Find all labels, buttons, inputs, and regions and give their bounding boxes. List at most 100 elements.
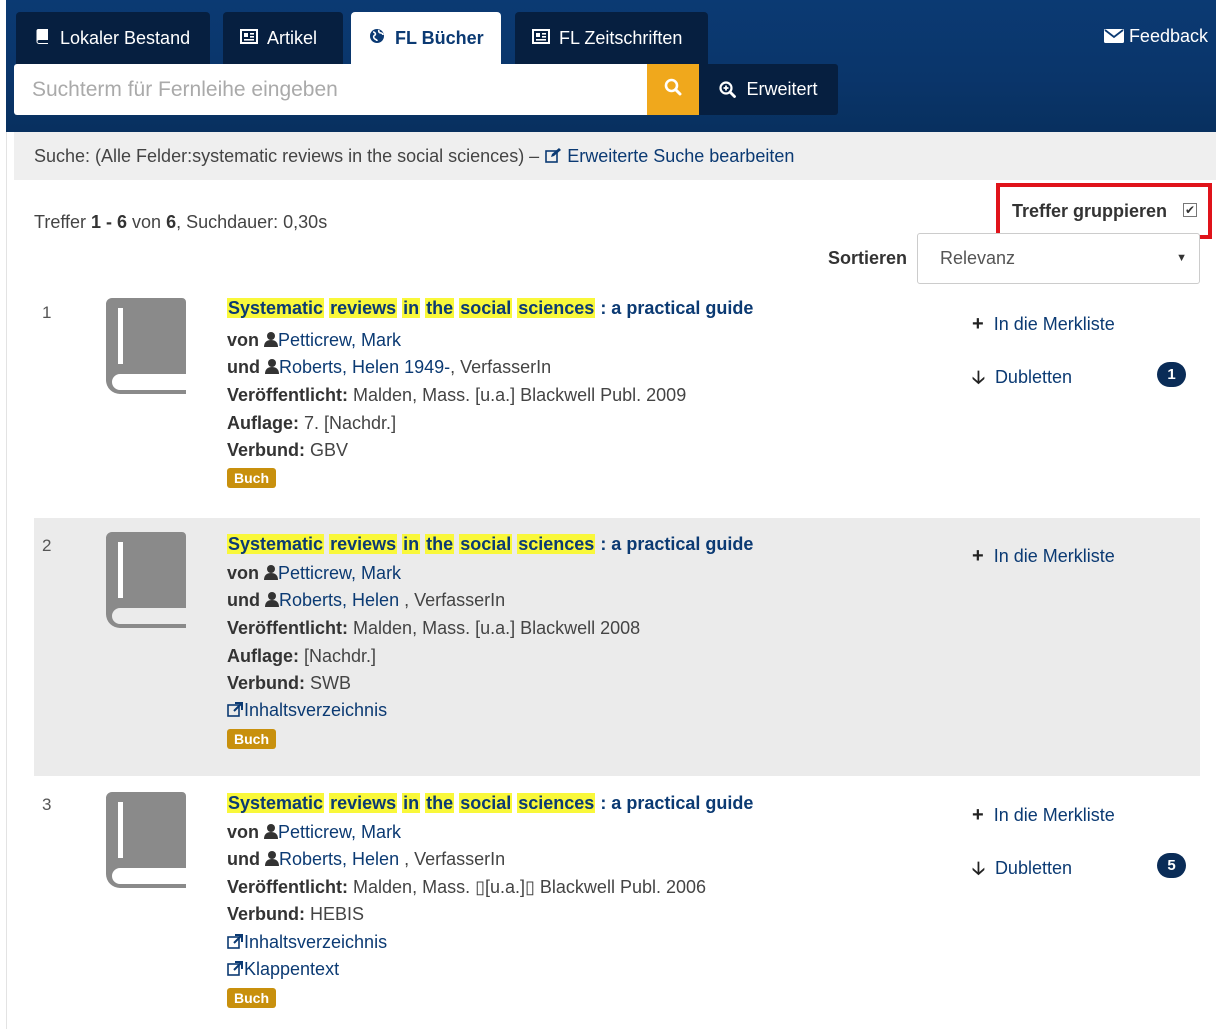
toc-link[interactable]: Inhaltsverzeichnis bbox=[227, 700, 387, 720]
watchlist-label: In die Merkliste bbox=[993, 546, 1115, 566]
duplicates-count-badge: 5 bbox=[1157, 853, 1186, 878]
format-badge: Buch bbox=[227, 729, 276, 749]
duplicates-toggle[interactable]: 🡣 Dubletten bbox=[972, 365, 1072, 395]
add-to-watchlist-button[interactable]: + In die Merkliste bbox=[972, 545, 1115, 568]
result-number: 2 bbox=[42, 536, 52, 555]
tab-artikel[interactable]: Artikel bbox=[223, 12, 343, 64]
user-icon bbox=[265, 357, 280, 377]
feedback-link[interactable]: Feedback bbox=[1103, 26, 1208, 47]
title-word: in bbox=[402, 793, 421, 813]
tab-lokaler-bestand[interactable]: Lokaler Bestand bbox=[16, 12, 210, 64]
author-link[interactable]: Petticrew, Mark bbox=[278, 330, 401, 350]
advanced-search-button[interactable]: Erweitert bbox=[699, 64, 838, 115]
title-word: Systematic bbox=[227, 298, 325, 318]
author-link[interactable]: Petticrew, Mark bbox=[278, 822, 401, 842]
edition-line: Auflage: 7. [Nachdr.] bbox=[227, 413, 396, 434]
edition-label: Auflage: bbox=[227, 646, 299, 666]
arrow-down-icon: 🡣 bbox=[972, 858, 985, 878]
result-title[interactable]: Systematic reviews in the social science… bbox=[227, 793, 753, 814]
title-word: social bbox=[459, 298, 513, 318]
tab-fl-zeitschriften[interactable]: FL Zeitschriften bbox=[515, 12, 708, 64]
sort-select[interactable]: Relevanz ▼ bbox=[917, 233, 1200, 284]
verbund-label: Verbund: bbox=[227, 440, 306, 460]
published-value: Malden, Mass. ▯[u.a.]▯ Blackwell Publ. 2… bbox=[353, 877, 707, 897]
published-line: Veröffentlicht: Malden, Mass. [u.a.] Bla… bbox=[227, 385, 686, 406]
search-summary: Suche: (Alle Felder:systematic reviews i… bbox=[14, 132, 1216, 180]
tab-label: FL Bücher bbox=[395, 28, 484, 48]
title-word: the bbox=[425, 298, 455, 318]
tab-label: Artikel bbox=[267, 27, 318, 48]
caret-down-icon: ▼ bbox=[1176, 252, 1187, 264]
result-number: 1 bbox=[42, 303, 52, 322]
result-title[interactable]: Systematic reviews in the social science… bbox=[227, 534, 753, 555]
verbund-line: Verbund: SWB bbox=[227, 673, 351, 694]
toc-link-line: Inhaltsverzeichnis bbox=[227, 700, 387, 721]
user-icon bbox=[265, 590, 280, 610]
published-label: Veröffentlicht: bbox=[227, 385, 349, 405]
author-link[interactable]: Roberts, Helen bbox=[279, 590, 399, 610]
blurb-label: Klappentext bbox=[244, 959, 340, 979]
und-label: und bbox=[227, 357, 260, 377]
sort-label: Sortieren bbox=[828, 248, 908, 268]
globe-icon bbox=[367, 28, 387, 49]
user-icon bbox=[264, 822, 279, 842]
arrow-down-icon: 🡣 bbox=[972, 367, 985, 387]
tab-label: Lokaler Bestand bbox=[60, 27, 191, 48]
sort-selected-value: Relevanz bbox=[940, 248, 1016, 268]
author-link[interactable]: Petticrew, Mark bbox=[278, 563, 401, 583]
blurb-link[interactable]: Klappentext bbox=[227, 959, 339, 979]
envelope-icon bbox=[1103, 26, 1129, 46]
book-cover-icon bbox=[104, 792, 186, 893]
title-word: social bbox=[459, 793, 513, 813]
title-word: Systematic bbox=[227, 793, 325, 813]
von-label: von bbox=[227, 822, 260, 842]
hit-total: 6 bbox=[166, 212, 177, 232]
toc-link[interactable]: Inhaltsverzeichnis bbox=[227, 932, 387, 952]
edit-search-link[interactable]: Erweiterte Suche bearbeiten bbox=[545, 146, 794, 167]
add-to-watchlist-button[interactable]: + In die Merkliste bbox=[972, 804, 1115, 827]
toc-label: Inhaltsverzeichnis bbox=[244, 932, 388, 952]
toc-label: Inhaltsverzeichnis bbox=[244, 700, 388, 720]
author-role: , VerfasserIn bbox=[404, 590, 506, 610]
user-icon bbox=[264, 563, 279, 583]
verbund-value: GBV bbox=[310, 440, 349, 460]
title-word: sciences bbox=[517, 793, 596, 813]
group-hits-label[interactable]: Treffer gruppieren bbox=[1012, 201, 1167, 222]
newspaper-icon bbox=[531, 28, 551, 49]
title-word: reviews bbox=[329, 793, 398, 813]
edition-line: Auflage: [Nachdr.] bbox=[227, 646, 376, 667]
von-label: von bbox=[227, 330, 260, 350]
tab-label: FL Zeitschriften bbox=[559, 27, 683, 48]
add-to-watchlist-button[interactable]: + In die Merkliste bbox=[972, 313, 1115, 336]
verbund-label: Verbund: bbox=[227, 673, 306, 693]
title-word: reviews bbox=[329, 298, 398, 318]
title-word: the bbox=[425, 534, 455, 554]
title-word: social bbox=[459, 534, 513, 554]
author-link[interactable]: Roberts, Helen bbox=[279, 849, 399, 869]
hit-prefix: Treffer bbox=[34, 212, 92, 232]
edit-search-label: Erweiterte Suche bearbeiten bbox=[567, 145, 795, 166]
hit-count: Treffer 1 - 6 von 6, Suchdauer: 0,30s bbox=[34, 212, 327, 233]
tab-fl-buecher[interactable]: FL Bücher bbox=[351, 12, 501, 65]
duplicates-toggle[interactable]: 🡣 Dubletten bbox=[972, 856, 1072, 886]
hit-of: von bbox=[127, 212, 167, 232]
group-hits-checkbox[interactable]: ✔ bbox=[1183, 203, 1197, 217]
published-label: Veröffentlicht: bbox=[227, 877, 349, 897]
result-title[interactable]: Systematic reviews in the social science… bbox=[227, 298, 753, 319]
format-badge: Buch bbox=[227, 988, 276, 1008]
search-input[interactable] bbox=[14, 64, 647, 115]
zoom-in-icon bbox=[719, 81, 737, 98]
blurb-link-line: Klappentext bbox=[227, 959, 339, 980]
result-item: 1 Systematic reviews in the social scien… bbox=[34, 298, 1200, 508]
published-line: Veröffentlicht: Malden, Mass. [u.a.] Bla… bbox=[227, 618, 640, 639]
result-item: 2 Systematic reviews in the social scien… bbox=[34, 518, 1200, 776]
plus-icon: + bbox=[972, 545, 984, 567]
verbund-line: Verbund: GBV bbox=[227, 440, 348, 461]
author-link[interactable]: Roberts, Helen 1949- bbox=[279, 357, 450, 377]
watchlist-label: In die Merkliste bbox=[993, 805, 1115, 825]
edition-value: 7. [Nachdr.] bbox=[304, 413, 397, 433]
user-icon bbox=[265, 849, 280, 869]
search-button[interactable] bbox=[647, 64, 699, 115]
hit-range: 1 - 6 bbox=[91, 212, 128, 232]
format-badge: Buch bbox=[227, 468, 276, 488]
